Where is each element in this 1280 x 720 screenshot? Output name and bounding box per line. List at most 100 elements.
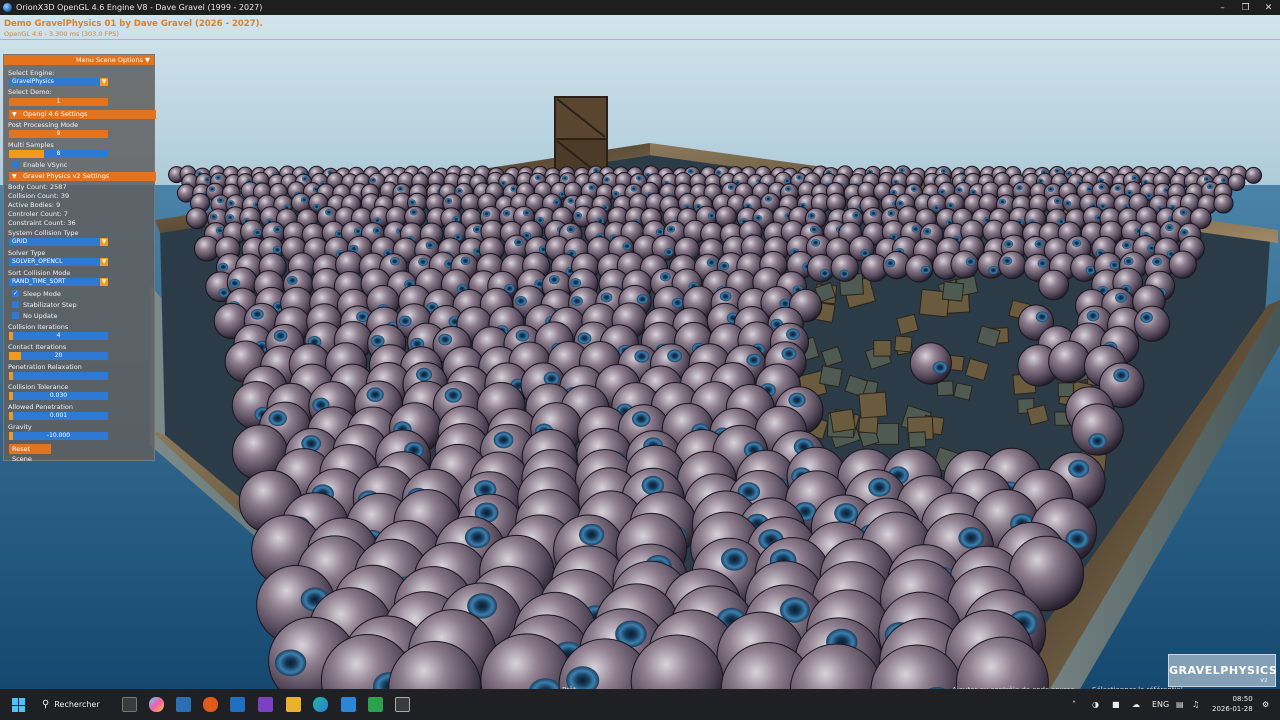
stabilizator-checkbox[interactable]	[12, 301, 19, 308]
windows-start-icon[interactable]	[12, 698, 26, 712]
crate	[908, 431, 927, 449]
chevron-down-icon: ▼	[100, 258, 108, 266]
sleep-mode-checkbox[interactable]: ✓	[12, 290, 19, 297]
eyeball-iris	[786, 328, 800, 341]
engine-select[interactable]: GravelPhysics ▼	[9, 78, 108, 86]
physics-settings-section[interactable]: ▼ Gravel Physics v2 Settings	[9, 172, 156, 181]
eyeball-iris	[502, 210, 511, 217]
taskbar-search[interactable]: ⚲ Rechercher	[42, 696, 112, 713]
eyeball-iris	[727, 184, 735, 190]
stat-constraint-count: Constraint Count: 36	[8, 219, 76, 227]
solver-type-select[interactable]: SOLVER_OPENCL ▼	[9, 258, 108, 266]
copilot-icon[interactable]	[149, 697, 164, 712]
contact-iterations-value: 20	[54, 352, 63, 359]
sleep-mode-label: Sleep Mode	[23, 290, 61, 298]
close-icon[interactable]: ✕	[1257, 0, 1280, 15]
eyeball-iris	[570, 278, 582, 288]
gravity-label: Gravity	[8, 423, 32, 431]
eyeball-iris	[313, 203, 321, 210]
app-green-icon[interactable]	[368, 697, 383, 712]
eyeball-iris	[370, 335, 385, 347]
collision-iterations-value: 4	[56, 332, 61, 339]
eyeball-body	[1213, 193, 1234, 214]
tray-app-icon[interactable]: ■	[1112, 689, 1120, 720]
reset-scene-button[interactable]: Reset Scene	[9, 444, 51, 463]
eyeball-iris	[1047, 186, 1054, 192]
crate	[936, 380, 954, 397]
post-processing-slider[interactable]: 9	[9, 130, 108, 138]
volume-icon[interactable]: ♫	[1192, 689, 1199, 720]
contact-iterations-slider[interactable]: 20	[9, 352, 108, 360]
allowed-penetration-slider[interactable]: 0.001	[9, 412, 108, 420]
maximize-icon[interactable]: ❐	[1234, 0, 1257, 15]
search-icon: ⚲	[42, 699, 50, 710]
sort-collision-select[interactable]: RAND_TIME_SORT ▼	[9, 278, 108, 286]
chevron-down-icon: ▼	[145, 56, 150, 64]
panel-header[interactable]: Menu Scene Options ▼	[4, 55, 154, 65]
vsync-label: Enable VSync	[23, 161, 68, 169]
eyeball-iris	[1140, 312, 1153, 323]
system-collision-select[interactable]: GRID ▼	[9, 238, 108, 246]
logo-version: V2	[1260, 678, 1268, 684]
minimize-icon[interactable]: –	[1211, 0, 1234, 15]
eyeball-iris	[819, 269, 830, 278]
edge-icon[interactable]	[313, 697, 328, 712]
eyeball-iris	[899, 167, 905, 173]
eyeball-iris	[1114, 185, 1121, 191]
opengl-settings-section[interactable]: ▼ Opengl 4.6 Settings	[9, 110, 156, 119]
eyeball-iris	[1098, 184, 1105, 190]
render-viewport[interactable]: Demo GravelPhysics 01 by Dave Gravel (20…	[0, 15, 1280, 689]
eyeball-iris	[634, 350, 650, 363]
eyeball-iris	[920, 265, 931, 275]
eyeball-iris	[868, 477, 891, 497]
collision-iterations-slider[interactable]: 4	[9, 332, 108, 340]
orionx3d-taskbar-icon[interactable]	[395, 697, 410, 712]
no-update-checkbox[interactable]	[12, 312, 19, 319]
demo-slider[interactable]: 1	[9, 98, 108, 106]
eyeball-iris	[1037, 259, 1048, 268]
system-clock[interactable]: 08:50 2026-01-28	[1212, 694, 1253, 714]
collision-tolerance-slider[interactable]: 0.030	[9, 392, 108, 400]
eyeball-iris	[418, 257, 428, 267]
demo-title: Demo GravelPhysics 01 by Dave Gravel (20…	[4, 19, 263, 29]
tray-chevron-icon[interactable]: ˄	[1072, 689, 1076, 720]
clock-date: 2026-01-28	[1212, 705, 1253, 713]
eyeball-iris	[807, 212, 816, 219]
network-icon[interactable]: ▤	[1176, 689, 1184, 720]
notifications-icon[interactable]: ⚙	[1262, 689, 1269, 720]
eyeball-iris	[1165, 223, 1174, 231]
eyeball-iris	[1086, 310, 1100, 322]
file-explorer-icon[interactable]	[286, 697, 301, 712]
eyeball-iris	[273, 329, 288, 342]
eyeball-iris	[566, 225, 575, 233]
scene-render	[0, 15, 1280, 689]
language-indicator[interactable]: ENG	[1152, 689, 1169, 720]
eyeball-iris	[444, 387, 462, 403]
eyeball-iris	[940, 168, 947, 174]
visual-studio-icon[interactable]	[258, 697, 273, 712]
eyeball-iris	[553, 199, 561, 206]
blender-icon[interactable]	[203, 697, 218, 712]
bluetooth-icon[interactable]: ◑	[1092, 689, 1099, 720]
eyeball-iris	[268, 410, 287, 427]
onedrive-icon[interactable]: ☁	[1132, 689, 1140, 720]
penetration-relaxation-slider[interactable]	[9, 372, 108, 380]
eyeball-iris	[1034, 240, 1044, 248]
eyeball-body	[1133, 305, 1171, 342]
post-processing-label: Post Processing Mode	[8, 121, 79, 129]
eyeball-iris	[896, 200, 904, 207]
multi-samples-slider[interactable]: 8	[9, 150, 108, 158]
vsync-checkbox[interactable]	[12, 161, 19, 168]
vscode-icon[interactable]	[230, 697, 245, 712]
eyeball-iris	[939, 189, 946, 195]
gravity-slider[interactable]: -10.000	[9, 432, 108, 440]
overlay-divider	[0, 39, 1280, 40]
eyeball-iris	[887, 210, 895, 217]
sort-collision-label: Sort Collision Mode	[8, 269, 71, 277]
screen-app-icon[interactable]	[176, 697, 191, 712]
mail-icon[interactable]	[341, 697, 356, 712]
chevron-down-icon: ▼	[100, 278, 108, 286]
panel-header-label: Menu Scene Options	[76, 56, 143, 64]
task-view-icon[interactable]	[122, 697, 137, 712]
eyeball-iris	[671, 297, 684, 308]
